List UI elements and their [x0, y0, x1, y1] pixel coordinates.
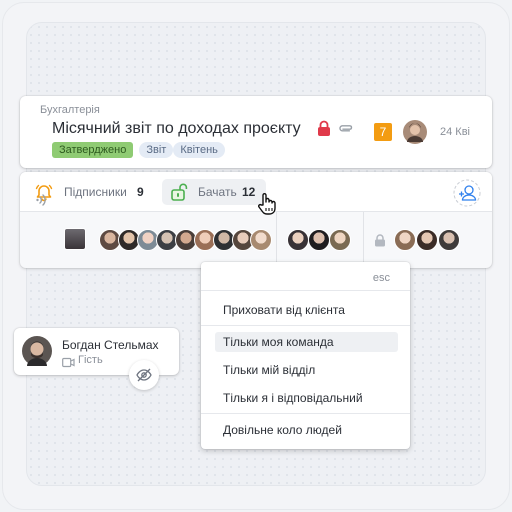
watchers-panel: Підписники 9 Бачать 12: [20, 172, 492, 268]
avatar[interactable]: [416, 229, 438, 251]
task-card[interactable]: Бухгалтерія Місячний звіт по доходах про…: [20, 96, 492, 168]
avatar[interactable]: [438, 229, 460, 251]
menu-item-custom-circle[interactable]: Довільне коло людей: [215, 420, 398, 440]
avatar[interactable]: [329, 229, 351, 251]
menu-item-my-department[interactable]: Тільки мій відділ: [215, 360, 398, 380]
tag[interactable]: Звіт: [139, 142, 174, 158]
paperclip-icon[interactable]: [338, 122, 354, 140]
menu-item-hide-from-client[interactable]: Приховати від клієнта: [215, 300, 398, 320]
menu-item-my-team[interactable]: Тільки моя команда: [215, 332, 398, 352]
tab-subscribers[interactable]: Підписники: [64, 185, 127, 199]
esc-hint[interactable]: esc: [373, 272, 390, 284]
lock-icon: [374, 234, 386, 252]
divider: [276, 212, 277, 268]
sound-icon[interactable]: [36, 192, 50, 213]
seeing-count: 12: [242, 185, 256, 199]
avatar[interactable]: [287, 229, 309, 251]
task-project: Бухгалтерія: [40, 104, 100, 116]
eye-off-icon: [136, 368, 152, 382]
visibility-dropdown: esc Приховати від клієнта Тільки моя ком…: [201, 262, 410, 449]
avatar[interactable]: [250, 229, 272, 251]
comments-badge[interactable]: 7: [374, 123, 392, 141]
menu-separator: [201, 325, 410, 326]
assignee-avatar[interactable]: [403, 120, 427, 149]
add-user-icon[interactable]: [453, 179, 481, 212]
guest-name: Богдан Стельмах: [62, 338, 159, 352]
unlock-icon: [170, 183, 190, 206]
guest-icon: [62, 355, 75, 373]
menu-item-me-and-responsible[interactable]: Тільки я і відповідальний: [215, 388, 398, 408]
seeing-label: Бачать: [198, 185, 237, 199]
tag-list: Затверджено Звіт Квітень: [52, 142, 225, 158]
lock-icon: [317, 120, 331, 142]
status-tag[interactable]: Затверджено: [52, 142, 134, 158]
menu-separator: [201, 413, 410, 414]
avatar: [22, 336, 52, 371]
avatar[interactable]: [64, 228, 86, 250]
guest-role: Гість: [78, 354, 103, 366]
tag[interactable]: Квітень: [173, 142, 225, 158]
due-date: 24 Кві: [440, 126, 470, 138]
menu-separator: [201, 290, 410, 291]
avatar[interactable]: [308, 229, 330, 251]
subscribers-count: 9: [137, 185, 144, 199]
task-title[interactable]: Місячний звіт по доходах проєкту: [52, 120, 301, 138]
hide-visibility-button[interactable]: [129, 360, 159, 390]
divider: [363, 212, 364, 268]
avatar[interactable]: [394, 229, 416, 251]
